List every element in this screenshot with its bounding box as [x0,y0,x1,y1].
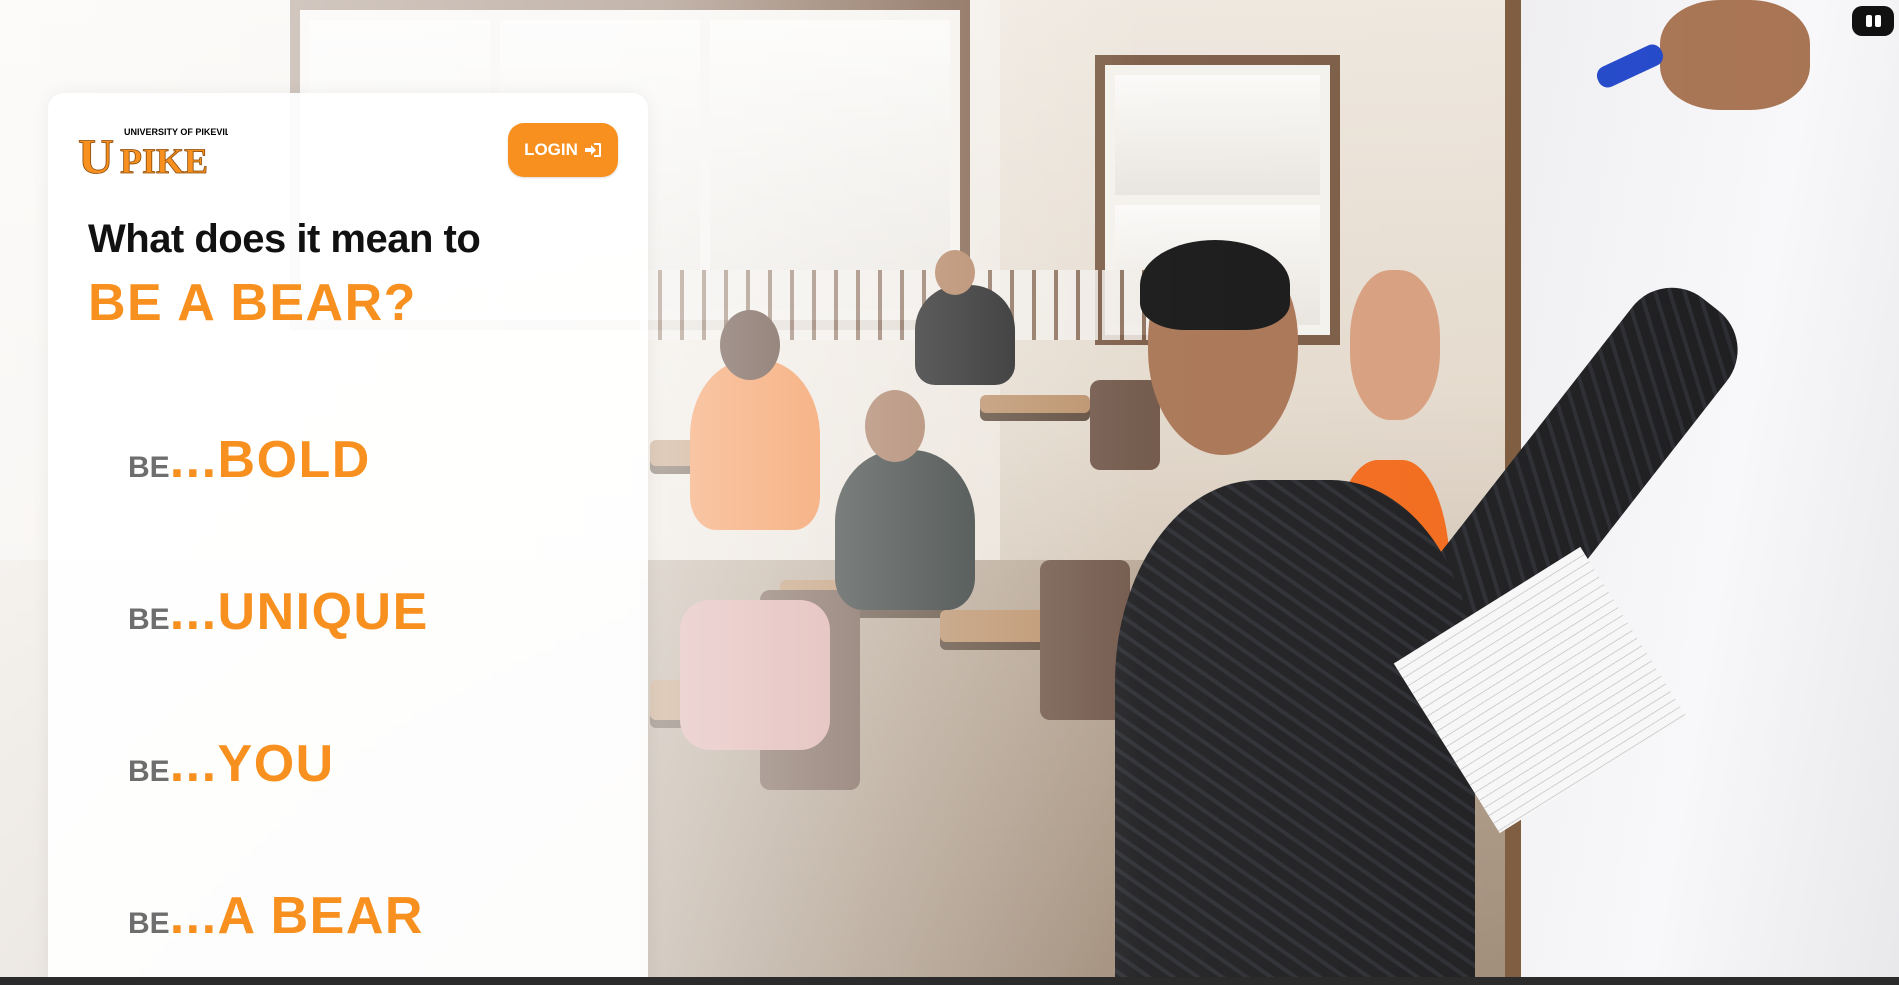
logo-u: U [78,128,114,177]
upike-logo[interactable]: UNIVERSITY OF PIKEVILLE U PIKE [78,123,228,177]
svg-text:UNIVERSITY OF PIKEVILLE: UNIVERSITY OF PIKEVILLE [124,127,228,137]
be-prefix: BE [128,451,170,484]
be-word: ...UNIQUE [169,583,429,641]
be-prefix: BE [128,907,170,940]
sign-in-icon [584,142,602,158]
be-prefix: BE [128,603,170,636]
be-prefix: BE [128,755,170,788]
be-word: ...YOU [169,735,335,793]
be-item-bold: BE ...BOLD [128,430,371,490]
be-item-you: BE ...YOU [128,734,335,794]
accessibility-widget-icon[interactable] [1852,6,1894,36]
be-word: ...BOLD [169,431,371,489]
upike-logo-icon: UNIVERSITY OF PIKEVILLE U PIKE [78,127,228,177]
intro-card: UNIVERSITY OF PIKEVILLE U PIKE LOGIN Wha… [48,93,648,985]
be-word: ...A BEAR [169,887,424,945]
bottom-bar [0,977,1899,985]
subhead: BE A BEAR? [88,274,417,332]
headline: What does it mean to [88,217,481,261]
login-button[interactable]: LOGIN [508,123,618,177]
login-label: LOGIN [524,140,578,159]
logo-pike: PIKE [120,141,208,177]
be-item-a-bear: BE ...A BEAR [128,886,424,946]
page: UNIVERSITY OF PIKEVILLE U PIKE LOGIN Wha… [0,0,1899,985]
be-item-unique: BE ...UNIQUE [128,582,429,642]
